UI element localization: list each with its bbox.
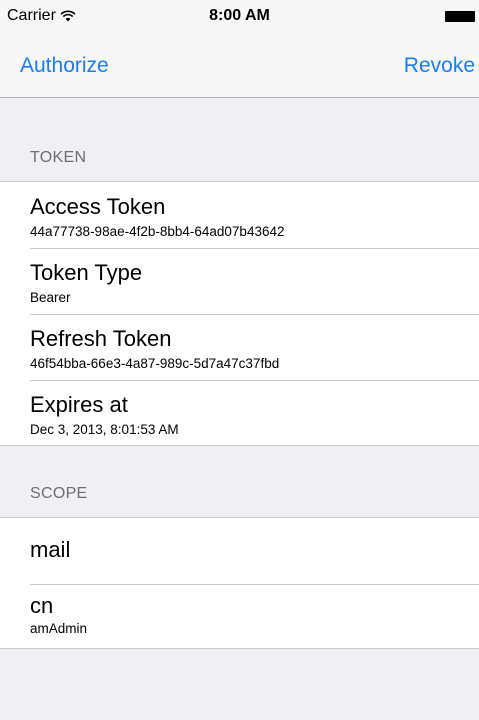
battery-icon [445, 11, 475, 22]
table-row[interactable]: Access Token 44a77738-98ae-4f2b-8bb4-64a… [0, 182, 479, 248]
table-row[interactable]: cn amAdmin [0, 584, 479, 650]
navigation-bar: Authorize Revoke [0, 34, 479, 98]
row-title: Token Type [30, 260, 143, 285]
row-title: Access Token [30, 194, 166, 219]
table-row[interactable]: Refresh Token 46f54bba-66e3-4a87-989c-5d… [0, 314, 479, 380]
table-row[interactable]: Token Type Bearer [0, 248, 479, 314]
row-value: Dec 3, 2013, 8:01:53 AM [30, 422, 179, 437]
row-value: 44a77738-98ae-4f2b-8bb4-64ad07b43642 [30, 224, 285, 239]
table-row[interactable]: mail [0, 518, 479, 584]
row-value: 46f54bba-66e3-4a87-989c-5d7a47c37fbd [30, 356, 280, 371]
revoke-button[interactable]: Revoke [404, 54, 475, 78]
token-section-header: TOKEN [30, 149, 87, 166]
row-title: Refresh Token [30, 326, 172, 351]
scope-section-header: SCOPE [30, 485, 88, 502]
status-time: 8:00 AM [209, 7, 270, 24]
status-bar: Carrier 8:00 AM [0, 0, 479, 34]
authorize-button[interactable]: Authorize [20, 54, 109, 78]
row-title: mail [30, 537, 71, 562]
scope-group: mail cn amAdmin [0, 517, 479, 649]
row-title: Expires at [30, 392, 128, 417]
token-group: Access Token 44a77738-98ae-4f2b-8bb4-64a… [0, 181, 479, 446]
row-value: Bearer [30, 290, 71, 305]
row-title: cn [30, 593, 54, 618]
table-row[interactable]: Expires at Dec 3, 2013, 8:01:53 AM [0, 380, 479, 446]
row-value: amAdmin [30, 621, 88, 636]
